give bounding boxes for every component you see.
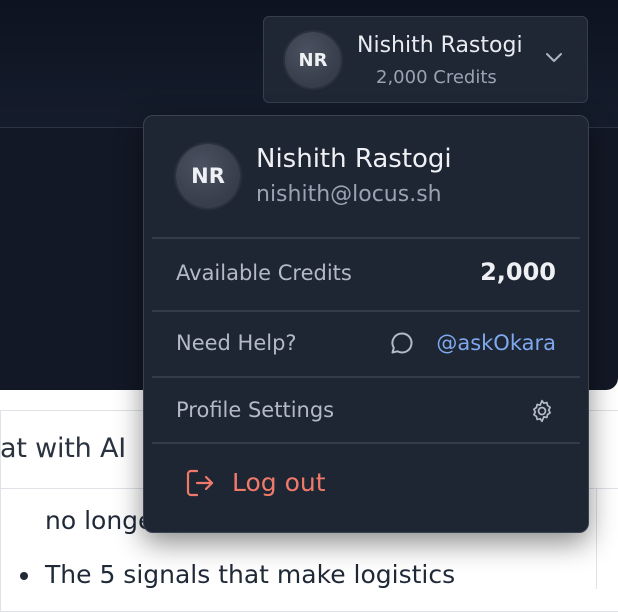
available-credits-value: 2,000 bbox=[480, 258, 556, 286]
logout-icon bbox=[186, 469, 214, 497]
available-credits-row: Available Credits 2,000 bbox=[152, 239, 580, 310]
available-credits-label: Available Credits bbox=[176, 261, 352, 285]
logout-button[interactable]: Log out bbox=[152, 444, 580, 524]
user-name: Nishith Rastogi bbox=[256, 144, 452, 174]
article-text: The 5 signals that make logistics bbox=[45, 560, 456, 589]
bullet-icon bbox=[20, 572, 28, 580]
logout-label: Log out bbox=[232, 468, 326, 497]
avatar: NR bbox=[285, 32, 341, 88]
divider bbox=[596, 489, 597, 589]
profile-settings-label: Profile Settings bbox=[176, 398, 335, 422]
gear-icon bbox=[533, 399, 551, 423]
chevron-down-icon[interactable] bbox=[544, 51, 564, 65]
profile-settings-item[interactable]: Profile Settings bbox=[152, 378, 580, 442]
profile-menu-button[interactable]: NR Nishith Rastogi 2,000 Credits bbox=[263, 16, 588, 103]
profile-name: Nishith Rastogi bbox=[357, 33, 523, 58]
profile-dropdown-menu: NR Nishith Rastogi nishith@locus.sh Avai… bbox=[143, 115, 589, 533]
article-card-title: at with AI bbox=[0, 433, 127, 464]
need-help-row: Need Help? @askOkara bbox=[152, 312, 580, 376]
article-text: no longe bbox=[45, 506, 154, 535]
chat-bubble-icon bbox=[391, 332, 413, 354]
user-email: nishith@locus.sh bbox=[256, 182, 442, 207]
ask-okara-link[interactable]: @askOkara bbox=[436, 331, 556, 355]
need-help-label: Need Help? bbox=[176, 331, 297, 355]
avatar: NR bbox=[176, 144, 240, 208]
profile-credits: 2,000 Credits bbox=[376, 67, 497, 88]
